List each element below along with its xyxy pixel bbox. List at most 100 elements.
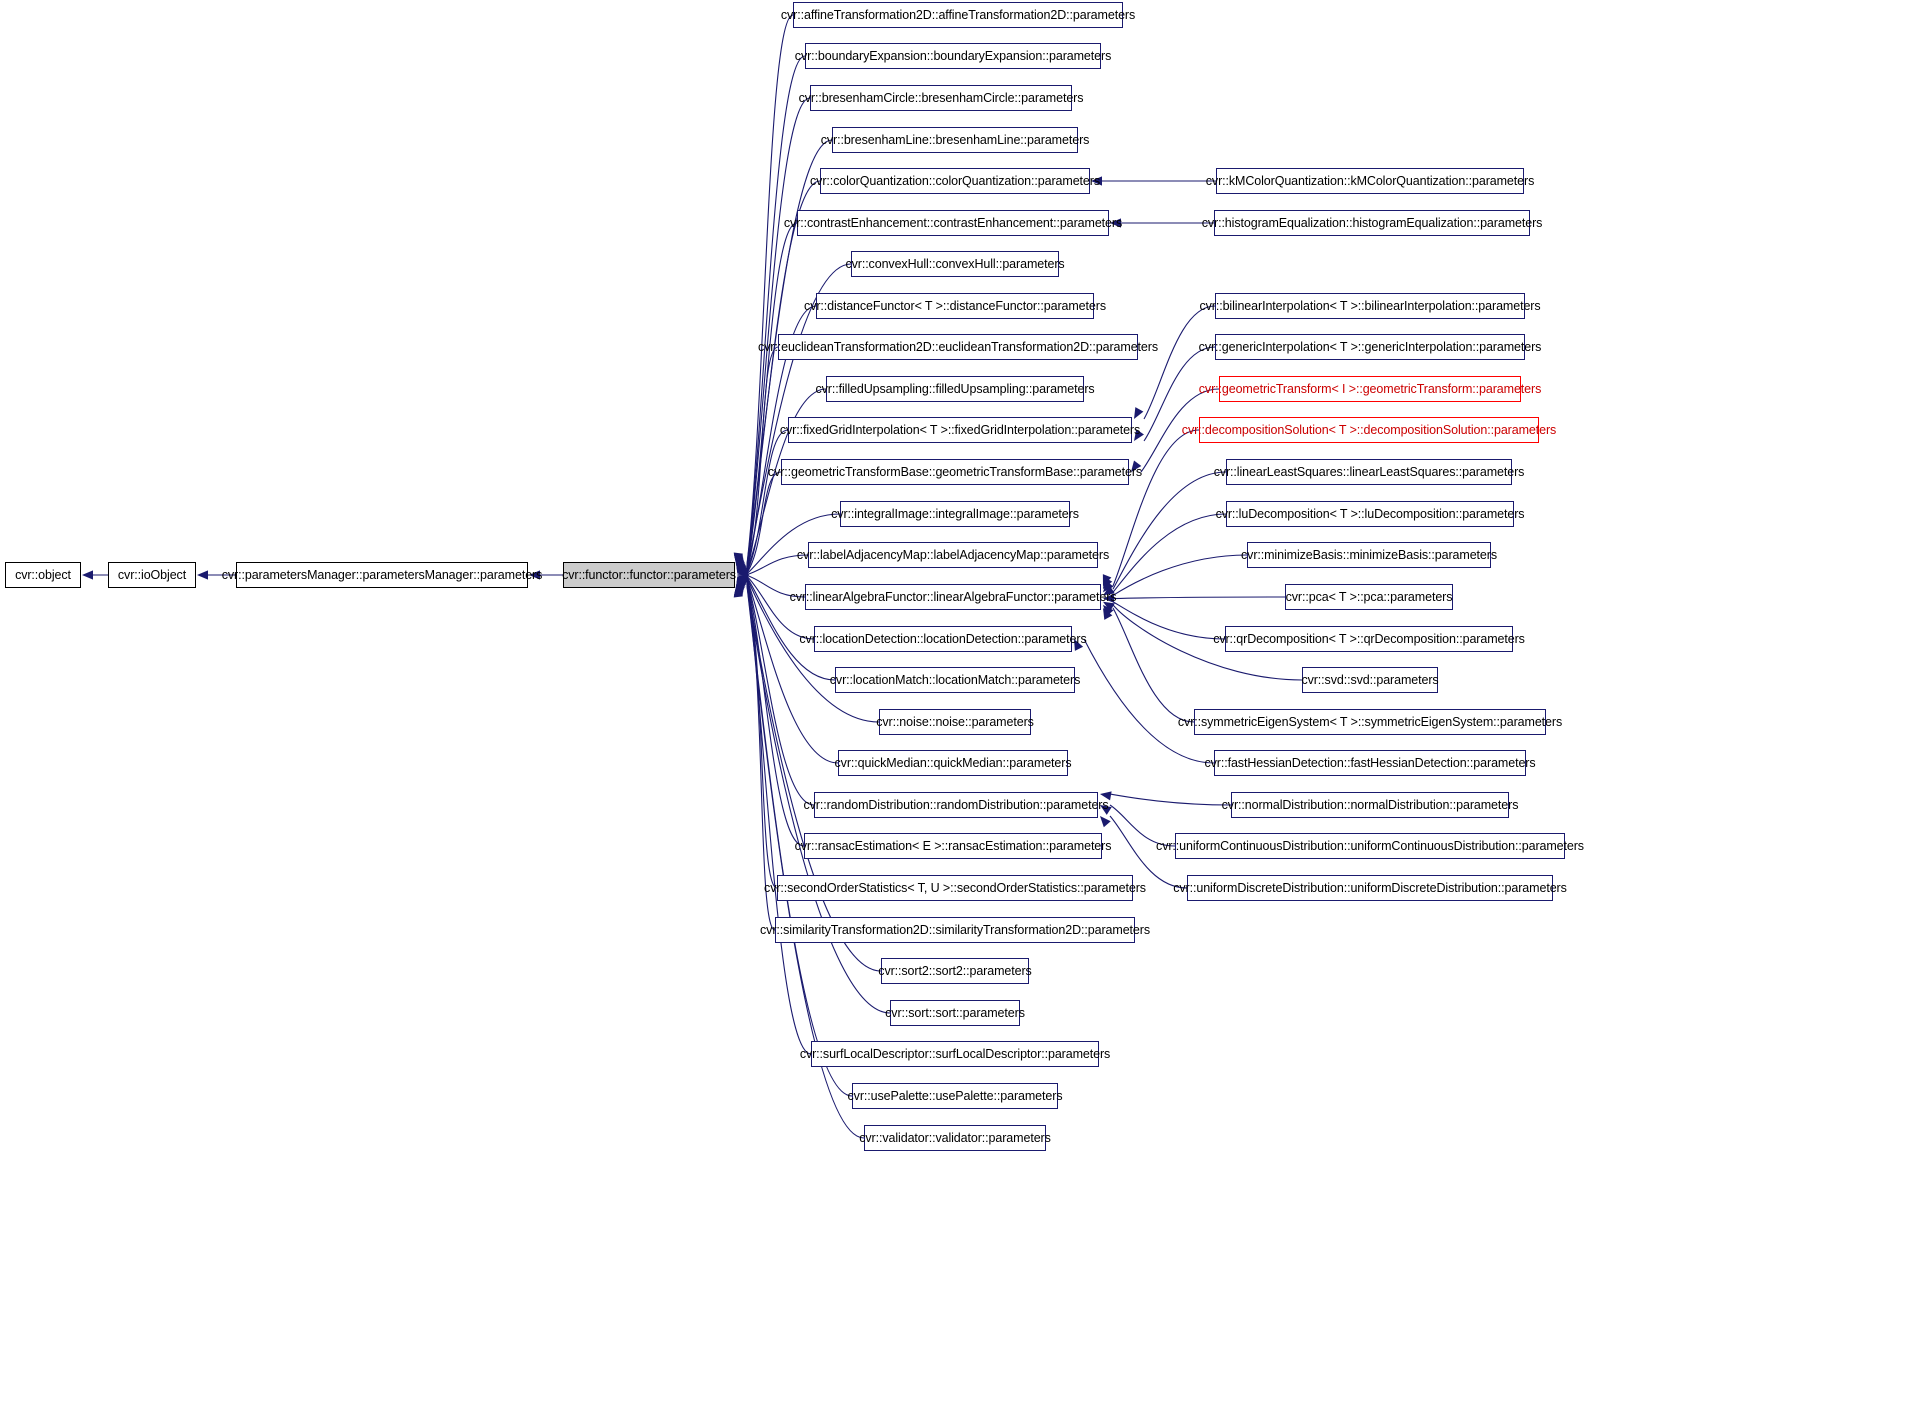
edge-arrowhead [1103, 604, 1114, 617]
class-node-luDecomposition[interactable]: cvr::luDecomposition< T >::luDecompositi… [1216, 501, 1525, 527]
edge-line [746, 222, 798, 569]
class-node-object[interactable]: cvr::object [5, 562, 81, 588]
class-node-similarityTransformation2D[interactable]: cvr::similarityTransformation2D::similar… [760, 917, 1150, 943]
edge-line [1112, 471, 1227, 590]
node-label: cvr::convexHull::convexHull::parameters [845, 256, 1065, 271]
node-label: cvr::minimizeBasis::minimizeBasis::param… [1241, 547, 1497, 562]
edge-line [746, 580, 805, 847]
edge-arrowhead [735, 580, 745, 593]
node-label: cvr::quickMedian::quickMedian::parameter… [834, 755, 1072, 770]
node-label: cvr::labelAdjacencyMap::labelAdjacencyMa… [796, 547, 1110, 562]
edge-arrowhead [1100, 816, 1111, 828]
class-node-locationDetection[interactable]: cvr::locationDetection::locationDetectio… [799, 626, 1087, 652]
class-node-distanceFunctor[interactable]: cvr::distanceFunctor< T >::distanceFunct… [804, 293, 1106, 319]
edge-arrowhead [734, 582, 744, 595]
class-node-surfLocalDescriptor[interactable]: cvr::surfLocalDescriptor::surfLocalDescr… [800, 1041, 1110, 1067]
class-node-svd[interactable]: cvr::svd::svd::parameters [1301, 667, 1439, 693]
node-label: cvr::locationDetection::locationDetectio… [799, 631, 1087, 646]
class-node-locationMatch[interactable]: cvr::locationMatch::locationMatch::param… [830, 667, 1080, 693]
node-label: cvr::decompositionSolution< T >::decompo… [1181, 422, 1557, 437]
class-node-minimizeBasis[interactable]: cvr::minimizeBasis::minimizeBasis::param… [1241, 542, 1497, 568]
node-label: cvr::parametersManager::parametersManage… [221, 567, 543, 582]
edge-arrowhead [1102, 574, 1112, 586]
class-node-linearLeastSquares[interactable]: cvr::linearLeastSquares::linearLeastSqua… [1214, 459, 1524, 485]
edge-arrowhead [737, 566, 749, 576]
node-label: cvr::fastHessianDetection::fastHessianDe… [1204, 755, 1536, 770]
edge-arrowhead [733, 554, 744, 566]
class-node-sort[interactable]: cvr::sort::sort::parameters [885, 1000, 1025, 1026]
class-node-uniformDiscreteDistribution[interactable]: cvr::uniformDiscreteDistribution::unifor… [1173, 875, 1567, 901]
class-node-filledUpsampling[interactable]: cvr::filledUpsampling::filledUpsampling:… [815, 376, 1095, 402]
class-node-ioObject[interactable]: cvr::ioObject [108, 562, 196, 588]
class-node-randomDistribution[interactable]: cvr::randomDistribution::randomDistribut… [803, 792, 1109, 818]
class-node-pca[interactable]: cvr::pca< T >::pca::parameters [1285, 584, 1453, 610]
edge-arrowhead [737, 574, 749, 584]
class-node-geometricTransform[interactable]: cvr::geometricTransform< I >::geometricT… [1199, 376, 1541, 402]
class-node-fixedGridInterpolation[interactable]: cvr::fixedGridInterpolation< T >::fixedG… [780, 417, 1140, 443]
class-node-bresenhamLine[interactable]: cvr::bresenhamLine::bresenhamLine::param… [821, 127, 1089, 153]
class-node-convexHull[interactable]: cvr::convexHull::convexHull::parameters [845, 251, 1065, 277]
class-node-noise[interactable]: cvr::noise::noise::parameters [876, 709, 1034, 735]
class-node-usePalette[interactable]: cvr::usePalette::usePalette::parameters [848, 1083, 1063, 1109]
edge-arrowhead [735, 579, 745, 592]
class-node-linearAlgebraFunctor[interactable]: cvr::linearAlgebraFunctor::linearAlgebra… [790, 584, 1117, 610]
class-node-bresenhamCircle[interactable]: cvr::bresenhamCircle::bresenhamCircle::p… [799, 85, 1084, 111]
node-label: cvr::usePalette::usePalette::parameters [847, 1088, 1063, 1103]
edge-arrowhead [736, 559, 745, 572]
class-node-decompositionSolution[interactable]: cvr::decompositionSolution< T >::decompo… [1182, 417, 1556, 443]
class-node-integralImage[interactable]: cvr::integralImage::integralImage::param… [831, 501, 1079, 527]
class-node-paramsManager[interactable]: cvr::parametersManager::parametersManage… [222, 562, 542, 588]
class-node-boundaryExpansion[interactable]: cvr::boundaryExpansion::boundaryExpansio… [795, 43, 1111, 69]
node-label: cvr::randomDistribution::randomDistribut… [803, 797, 1109, 812]
node-label: cvr::contrastEnhancement::contrastEnhanc… [783, 215, 1123, 230]
edge-arrowhead [1103, 577, 1113, 590]
node-label: cvr::kMColorQuantization::kMColorQuantiz… [1205, 173, 1535, 188]
class-node-validator[interactable]: cvr::validator::validator::parameters [859, 1125, 1051, 1151]
edge-arrowhead [734, 557, 744, 569]
class-node-geometricTransformBase[interactable]: cvr::geometricTransformBase::geometricTr… [768, 459, 1142, 485]
edge-arrowhead [734, 556, 744, 569]
edge-line [746, 579, 815, 806]
edge-line [1112, 554, 1248, 596]
node-label: cvr::ransacEstimation< E >::ransacEstima… [794, 838, 1112, 853]
edge-line [1143, 305, 1216, 420]
class-node-sort2[interactable]: cvr::sort2::sort2::parameters [878, 958, 1032, 984]
class-node-labelAdjacencyMap[interactable]: cvr::labelAdjacencyMap::labelAdjacencyMa… [797, 542, 1109, 568]
class-node-symmetricEigenSystem[interactable]: cvr::symmetricEigenSystem< T >::symmetri… [1178, 709, 1562, 735]
edge-arrowhead [737, 560, 746, 573]
edge-arrowhead [733, 553, 743, 565]
class-node-bilinearInterpolation[interactable]: cvr::bilinearInterpolation< T >::bilinea… [1199, 293, 1541, 319]
edge-arrowhead [735, 558, 745, 571]
node-label: cvr::genericInterpolation< T >::genericI… [1198, 339, 1542, 354]
node-label: cvr::histogramEqualization::histogramEqu… [1201, 215, 1543, 230]
class-node-affineTransformation2D[interactable]: cvr::affineTransformation2D::affineTrans… [781, 2, 1135, 28]
edge-line [1112, 596, 1286, 600]
class-node-root-functor-parameters[interactable]: cvr::functor::functor::parameters [562, 562, 736, 588]
class-node-genericInterpolation[interactable]: cvr::genericInterpolation< T >::genericI… [1199, 334, 1541, 360]
class-node-colorQuantization[interactable]: cvr::colorQuantization::colorQuantizatio… [810, 168, 1100, 194]
node-label: cvr::uniformDiscreteDistribution::unifor… [1173, 880, 1567, 895]
node-label: cvr::ioObject [117, 567, 187, 582]
class-node-euclideanTransformation2D[interactable]: cvr::euclideanTransformation2D::euclidea… [758, 334, 1158, 360]
class-node-quickMedian[interactable]: cvr::quickMedian::quickMedian::parameter… [835, 750, 1072, 776]
class-node-qrDecomposition[interactable]: cvr::qrDecomposition< T >::qrDecompositi… [1213, 626, 1525, 652]
node-label: cvr::filledUpsampling::filledUpsampling:… [815, 381, 1095, 396]
edge-line [1112, 607, 1195, 723]
edge-line [746, 97, 811, 566]
node-label: cvr::locationMatch::locationMatch::param… [829, 672, 1081, 687]
node-label: cvr::affineTransformation2D::affineTrans… [780, 7, 1136, 22]
node-label: cvr::sort::sort::parameters [885, 1005, 1025, 1020]
edge-arrowhead [737, 561, 747, 573]
class-node-contrastEnhancement[interactable]: cvr::contrastEnhancement::contrastEnhanc… [784, 210, 1122, 236]
class-node-uniformContinuousDistribution[interactable]: cvr::uniformContinuousDistribution::unif… [1156, 833, 1584, 859]
edge-arrowhead [1134, 407, 1144, 419]
class-node-histogramEqualization[interactable]: cvr::histogramEqualization::histogramEqu… [1202, 210, 1542, 236]
class-node-ransacEstimation[interactable]: cvr::ransacEstimation< E >::ransacEstima… [795, 833, 1111, 859]
class-node-fastHessianDetection[interactable]: cvr::fastHessianDetection::fastHessianDe… [1204, 750, 1536, 776]
edge-arrowhead [733, 585, 743, 597]
class-node-secondOrderStatistics[interactable]: cvr::secondOrderStatistics< T, U >::seco… [764, 875, 1146, 901]
class-node-kMColorQuantization[interactable]: cvr::kMColorQuantization::kMColorQuantiz… [1206, 168, 1534, 194]
node-label: cvr::symmetricEigenSystem< T >::symmetri… [1177, 714, 1563, 729]
edge-arrowhead [734, 583, 744, 596]
class-node-normalDistribution[interactable]: cvr::normalDistribution::normalDistribut… [1222, 792, 1518, 818]
